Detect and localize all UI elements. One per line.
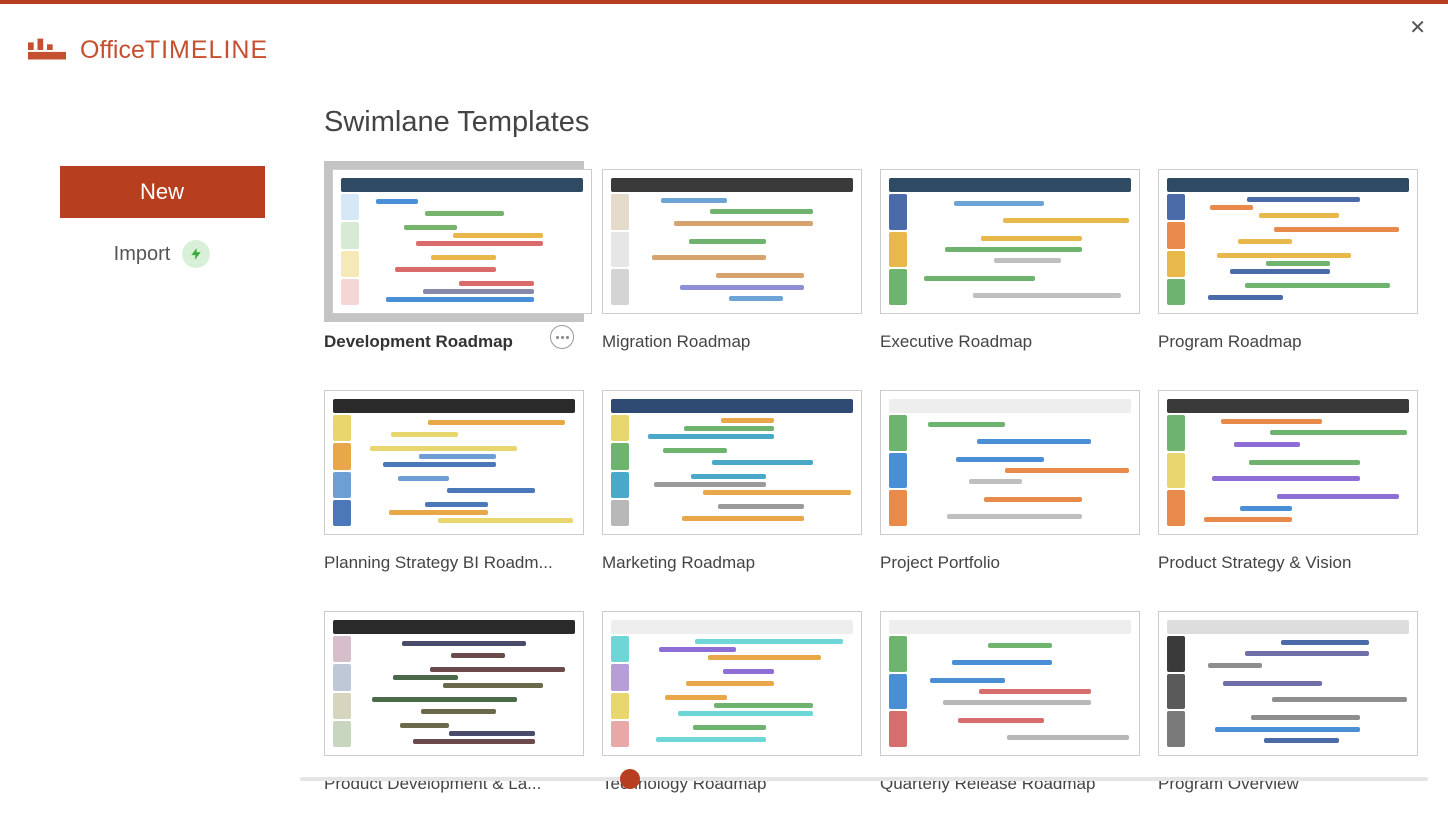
template-thumbnail <box>1158 390 1418 535</box>
template-label: Development Roadmap <box>324 332 513 352</box>
template-grid: Development Roadmap Migration Roadmap Exec… <box>324 161 1418 794</box>
template-thumbnail <box>880 390 1140 535</box>
import-button[interactable]: Import <box>114 243 171 266</box>
template-card[interactable]: Program Overview <box>1158 603 1418 794</box>
template-label: Project Portfolio <box>880 553 1110 573</box>
template-thumbnail <box>332 169 592 314</box>
template-card[interactable]: Executive Roadmap <box>880 161 1140 352</box>
template-label: Planning Strategy BI Roadm... <box>324 553 554 573</box>
template-label: Product Strategy & Vision <box>1158 553 1388 573</box>
template-label: Marketing Roadmap <box>602 553 832 573</box>
close-button[interactable]: ✕ <box>1409 15 1426 40</box>
scrollbar-thumb[interactable] <box>620 769 640 789</box>
template-card[interactable]: Project Portfolio <box>880 382 1140 573</box>
sidebar: New Import <box>0 106 324 794</box>
logo-text-part2: TIMELINE <box>145 36 268 64</box>
template-card[interactable]: Marketing Roadmap <box>602 382 862 573</box>
page-title: Swimlane Templates <box>324 106 1418 139</box>
new-button[interactable]: New <box>60 166 265 218</box>
template-card[interactable]: Migration Roadmap <box>602 161 862 352</box>
app-logo-text: OfficeTIMELINE <box>80 36 268 65</box>
scrollbar-track[interactable] <box>300 777 1428 781</box>
template-card[interactable]: Technology Roadmap <box>602 603 862 794</box>
template-thumbnail <box>602 169 862 314</box>
template-thumbnail <box>1158 611 1418 756</box>
template-label: Program Roadmap <box>1158 332 1388 352</box>
app-logo-icon <box>28 34 66 66</box>
template-card[interactable]: Quarterly Release Roadmap <box>880 603 1140 794</box>
template-thumbnail <box>324 611 584 756</box>
template-thumbnail <box>602 611 862 756</box>
template-card[interactable]: Program Roadmap <box>1158 161 1418 352</box>
template-card[interactable]: Product Strategy & Vision <box>1158 382 1418 573</box>
bolt-icon <box>182 240 210 268</box>
more-icon[interactable] <box>550 325 574 349</box>
template-card[interactable]: Product Development & La... <box>324 603 584 794</box>
header: OfficeTIMELINE <box>0 4 1448 66</box>
template-thumbnail <box>1158 169 1418 314</box>
template-thumbnail <box>880 611 1140 756</box>
template-card[interactable]: Planning Strategy BI Roadm... <box>324 382 584 573</box>
logo-text-part1: Office <box>80 36 145 64</box>
template-label: Migration Roadmap <box>602 332 832 352</box>
template-thumbnail <box>602 390 862 535</box>
template-thumbnail <box>324 390 584 535</box>
template-thumbnail <box>880 169 1140 314</box>
template-label: Executive Roadmap <box>880 332 1110 352</box>
template-card[interactable]: Development Roadmap <box>324 161 584 352</box>
